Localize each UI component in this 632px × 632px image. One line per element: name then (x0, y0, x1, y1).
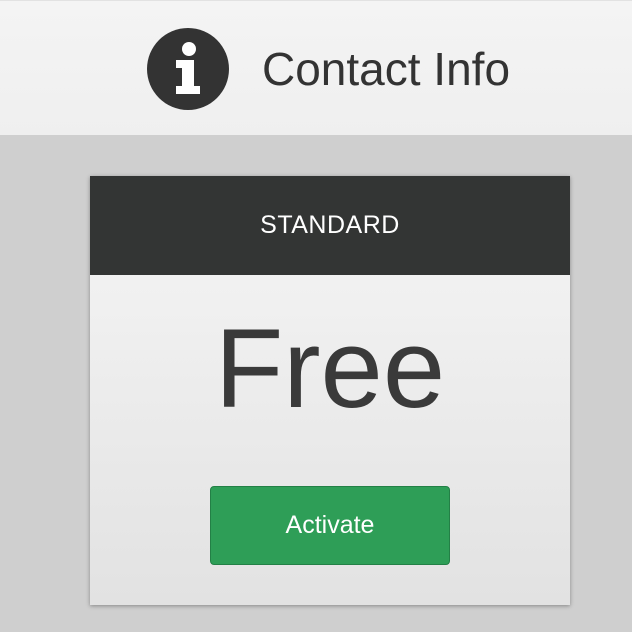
info-icon (147, 28, 229, 110)
plan-name: STANDARD (260, 211, 400, 239)
activate-button[interactable]: Activate (210, 486, 450, 565)
pricing-card: STANDARD Free Activate (90, 176, 570, 605)
plan-price: Free (214, 306, 446, 431)
page-header: Contact Info (0, 0, 632, 135)
pricing-card-header: STANDARD (90, 176, 570, 275)
page-title: Contact Info (262, 43, 511, 95)
